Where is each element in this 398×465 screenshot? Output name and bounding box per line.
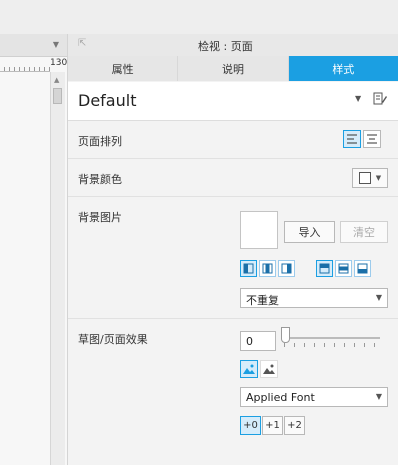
canvas-pane: ▼ 130 ▲ <box>0 34 68 465</box>
chevron-down-icon[interactable]: ▼ <box>53 40 59 49</box>
style-name[interactable]: Default <box>78 91 136 110</box>
sketchiness-value: 0 <box>246 335 253 348</box>
line-weight-1-button[interactable]: +1 <box>262 416 283 435</box>
chevron-down-icon[interactable]: ▼ <box>355 94 361 103</box>
chevron-down-icon: ▼ <box>375 174 382 182</box>
color-swatch-icon <box>358 172 371 184</box>
pin-icon[interactable]: ⇱ <box>78 38 86 49</box>
scroll-thumb[interactable] <box>53 88 62 104</box>
font-select[interactable]: Applied Font ▼ <box>240 387 388 407</box>
panel-tabs: 属性 说明 样式 <box>68 56 398 81</box>
image-align-icon[interactable] <box>240 260 257 277</box>
image-align-icon[interactable] <box>278 260 295 277</box>
image-align-icon[interactable] <box>316 260 333 277</box>
bg-color-label: 背景颜色 <box>78 173 122 186</box>
font-select-value: Applied Font <box>246 391 315 404</box>
style-header: Default ▼ <box>68 82 398 121</box>
bg-color-row: 背景颜色 ▼ <box>68 159 398 197</box>
align-left-icon[interactable] <box>343 130 361 148</box>
slider-ticks <box>284 343 380 347</box>
sketchiness-input[interactable]: 0 <box>240 331 276 351</box>
tab-style[interactable]: 样式 <box>288 56 398 81</box>
sketchiness-slider-track[interactable] <box>284 337 380 339</box>
chevron-down-icon: ▼ <box>375 293 382 302</box>
clear-button[interactable]: 清空 <box>340 221 388 243</box>
ruler-number: 130 <box>50 58 68 68</box>
repeat-select-value: 不重复 <box>246 294 279 307</box>
image-align-icon[interactable] <box>259 260 276 277</box>
tab-properties[interactable]: 属性 <box>68 56 179 81</box>
horizontal-ruler <box>0 57 50 72</box>
repeat-select[interactable]: 不重复 ▼ <box>240 288 388 308</box>
top-bar <box>0 0 398 34</box>
chevron-down-icon: ▼ <box>375 392 382 401</box>
line-weight-0-button[interactable]: +0 <box>240 416 261 435</box>
vertical-scrollbar[interactable]: ▲ <box>50 72 65 465</box>
image-align-icon[interactable] <box>354 260 371 277</box>
bg-image-label: 背景图片 <box>78 211 122 224</box>
edit-style-icon[interactable] <box>373 92 387 110</box>
inspector-panel: ⇱ 检视 : 页面 属性 说明 样式 Default ▼ 页面排列 背景颜色 ▼… <box>68 34 398 465</box>
tab-notes[interactable]: 说明 <box>178 56 289 81</box>
page-align-label: 页面排列 <box>78 135 122 148</box>
panel-title: 检视 : 页面 <box>198 40 253 53</box>
bg-image-preview[interactable] <box>240 211 278 249</box>
image-align-icon[interactable] <box>335 260 352 277</box>
align-center-icon[interactable] <box>363 130 381 148</box>
panel-title-bar: ⇱ 检视 : 页面 <box>68 34 398 57</box>
line-weight-2-button[interactable]: +2 <box>284 416 305 435</box>
canvas-pane-header: ▼ <box>0 34 67 57</box>
sketch-effects-row: 草图/页面效果 0 Applied Font ▼ +0 +1 +2 <box>68 319 398 465</box>
sketch-effects-label: 草图/页面效果 <box>78 333 148 346</box>
page-align-row: 页面排列 <box>68 121 398 159</box>
slider-thumb[interactable] <box>281 327 290 343</box>
scroll-up-icon[interactable]: ▲ <box>54 76 59 84</box>
color-image-icon[interactable] <box>240 360 258 378</box>
bg-color-picker[interactable]: ▼ <box>352 168 388 188</box>
grayscale-image-icon[interactable] <box>260 360 278 378</box>
import-button[interactable]: 导入 <box>284 221 335 243</box>
bg-image-row: 背景图片 导入 清空 不重复 ▼ <box>68 197 398 319</box>
